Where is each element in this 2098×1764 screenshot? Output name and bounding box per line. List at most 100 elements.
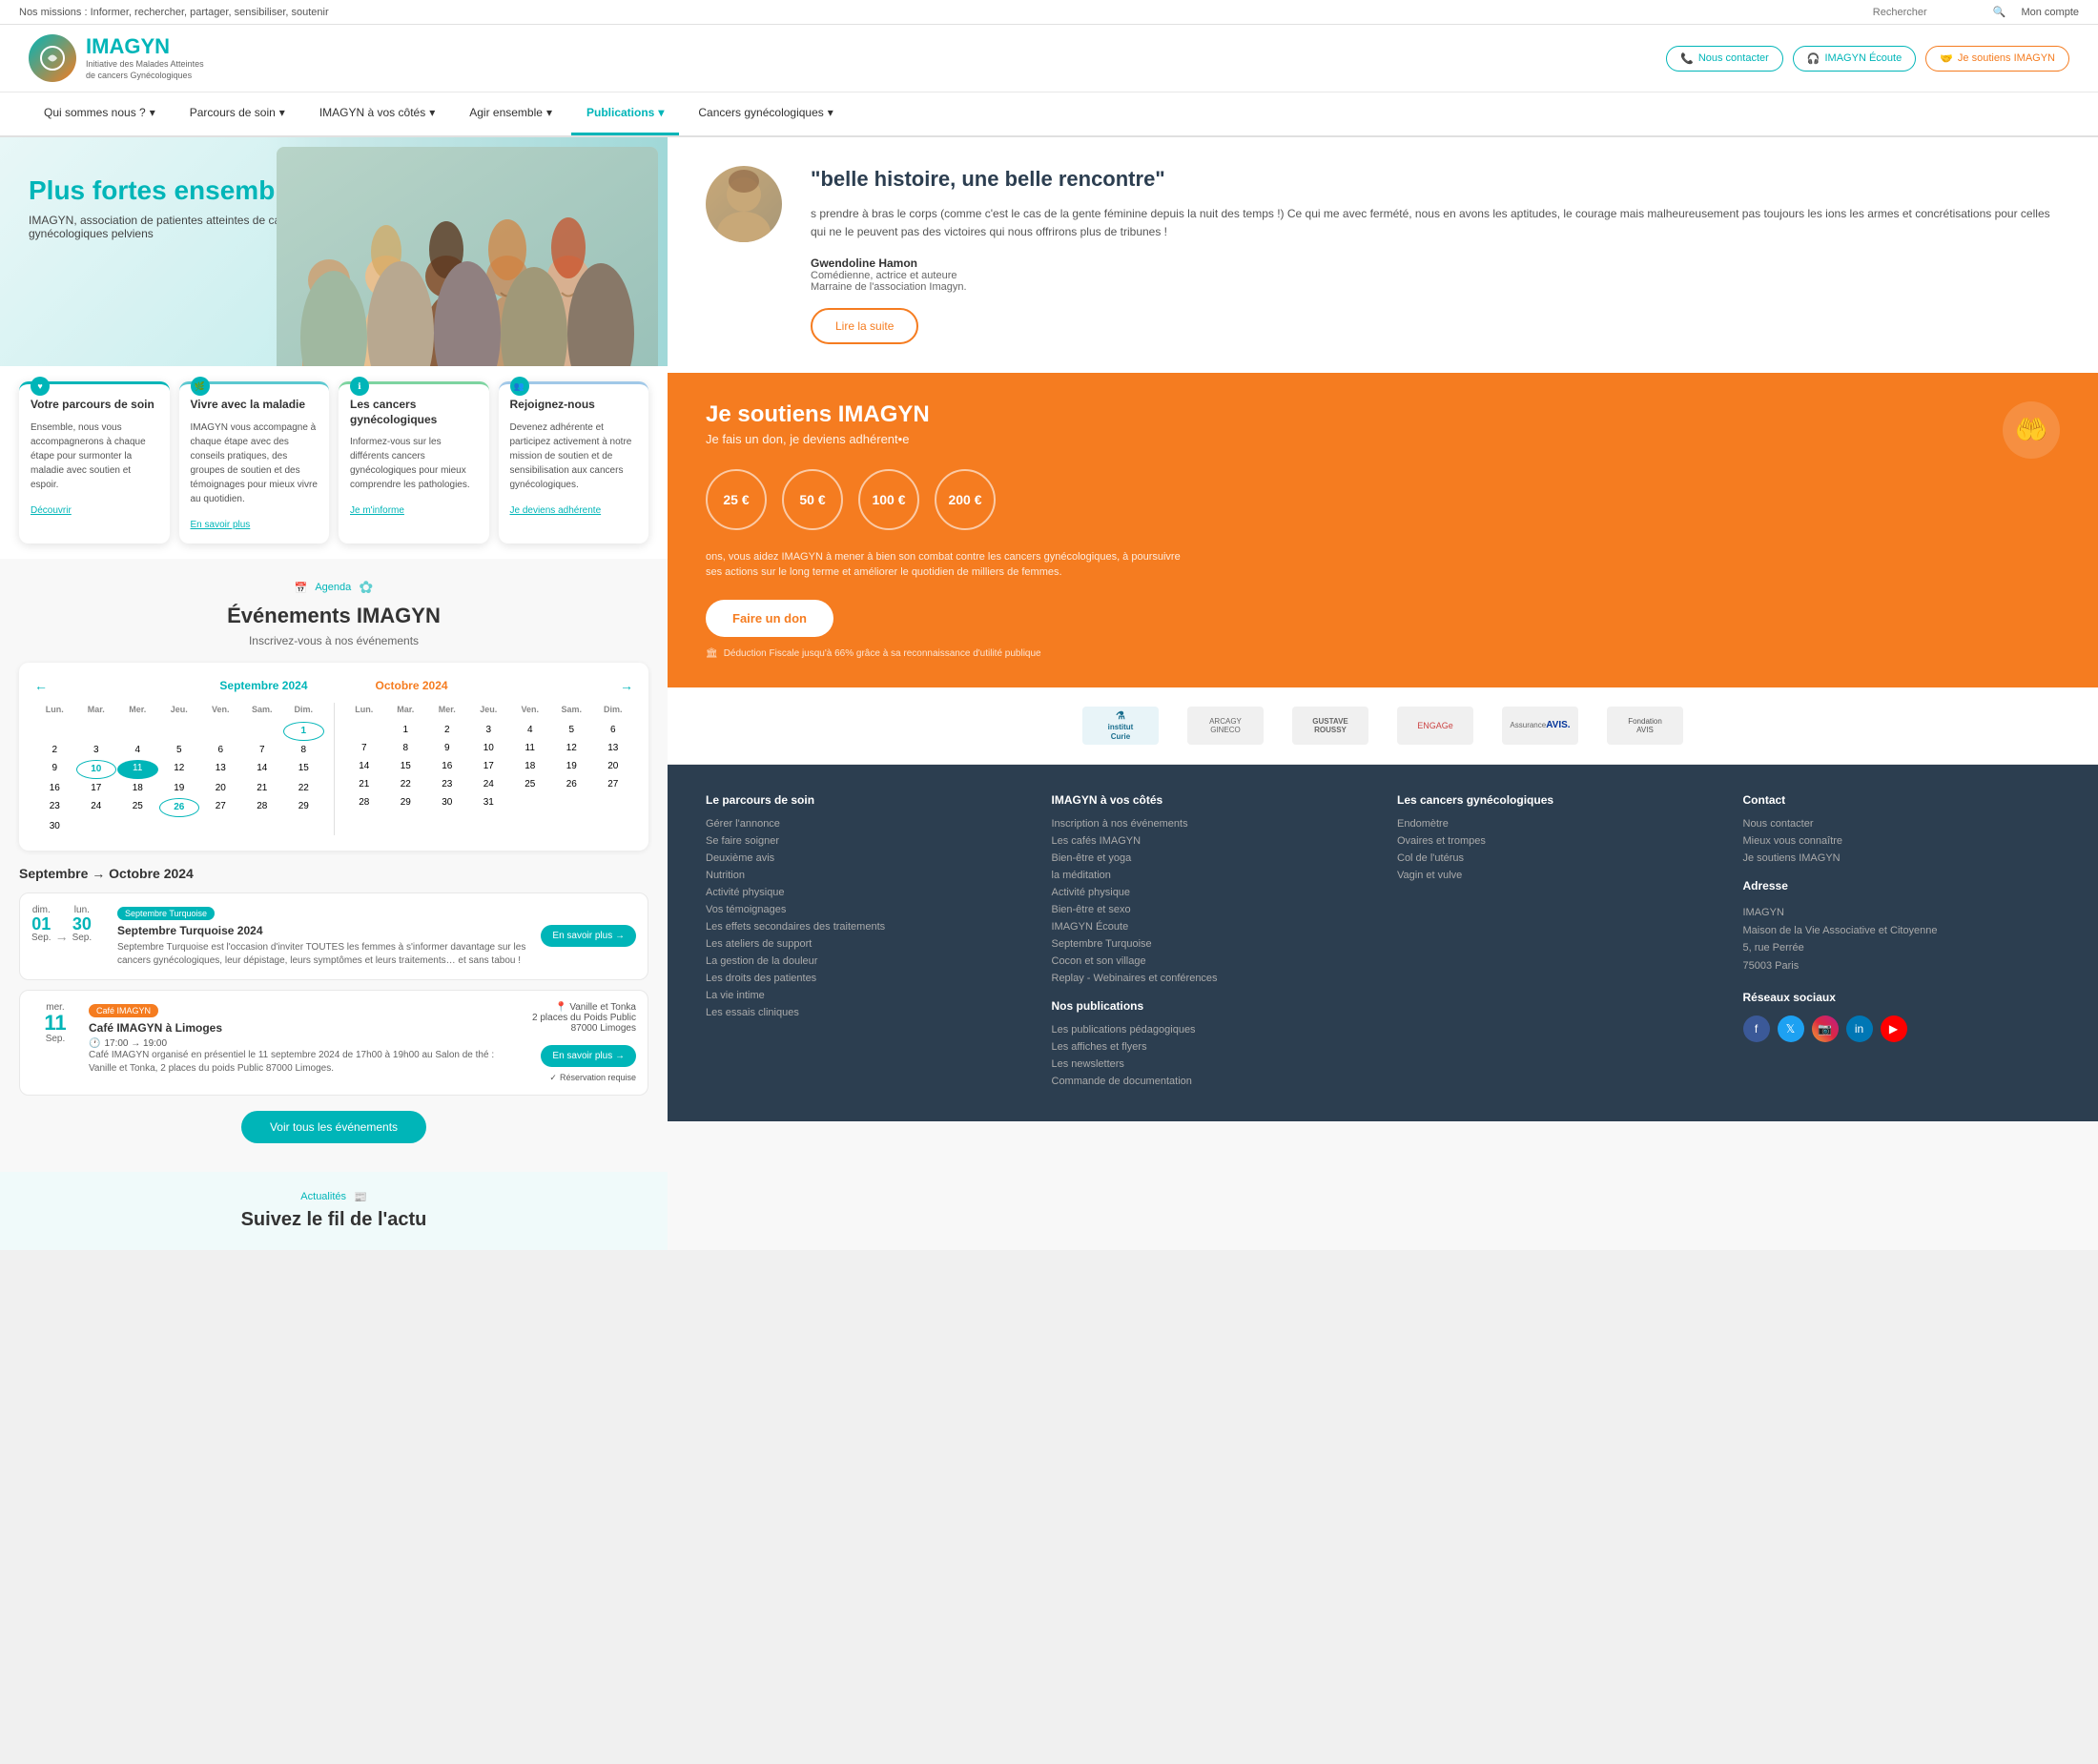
cal-day[interactable]: 21 <box>242 780 283 797</box>
cal-day[interactable]: 19 <box>159 780 200 797</box>
footer-link[interactable]: Septembre Turquoise <box>1052 938 1369 950</box>
cal-day[interactable]: 27 <box>200 798 241 817</box>
search-icon[interactable]: 🔍 <box>1993 6 2006 18</box>
footer-link[interactable]: Les affiches et flyers <box>1052 1041 1369 1053</box>
cal-day[interactable]: 15 <box>385 758 426 775</box>
footer-link[interactable]: Activité physique <box>706 887 1023 898</box>
footer-link[interactable]: Les essais cliniques <box>706 1007 1023 1018</box>
cal-day[interactable]: 7 <box>242 742 283 759</box>
footer-link[interactable]: Nutrition <box>706 870 1023 881</box>
cal-day[interactable]: 29 <box>385 794 426 811</box>
instagram-icon[interactable]: 📷 <box>1812 1015 1839 1042</box>
footer-link[interactable]: La gestion de la douleur <box>706 955 1023 967</box>
footer-link[interactable]: Vos témoignages <box>706 904 1023 915</box>
footer-link[interactable]: Bien-être et sexo <box>1052 904 1369 915</box>
card-link-3[interactable]: Je m'informe <box>350 505 404 516</box>
facebook-icon[interactable]: f <box>1743 1015 1770 1042</box>
logo[interactable]: IMAGYN Initiative des Malades Atteintes … <box>29 34 210 82</box>
cal-day[interactable]: 18 <box>510 758 551 775</box>
partner-engage[interactable]: ENGAGe <box>1397 707 1473 745</box>
amount-25[interactable]: 25 € <box>706 469 767 530</box>
contact-button[interactable]: 📞 Nous contacter <box>1666 46 1783 72</box>
cal-day[interactable]: 23 <box>34 798 75 817</box>
cal-day[interactable]: 4 <box>510 722 551 739</box>
cal-day[interactable]: 30 <box>427 794 468 811</box>
cal-day[interactable]: 27 <box>593 776 634 793</box>
cal-day[interactable]: 18 <box>117 780 158 797</box>
cal-day[interactable]: 17 <box>76 780 117 797</box>
event-btn-1[interactable]: En savoir plus → <box>541 925 636 947</box>
cal-day[interactable]: 9 <box>34 760 75 779</box>
footer-link[interactable]: La vie intime <box>706 990 1023 1001</box>
cal-day[interactable]: 14 <box>344 758 385 775</box>
cal-day[interactable]: 25 <box>510 776 551 793</box>
nav-cancers[interactable]: Cancers gynécologiques ▾ <box>683 92 848 135</box>
cal-day[interactable]: 17 <box>468 758 509 775</box>
footer-link[interactable]: Inscription à nos événements <box>1052 818 1369 830</box>
cal-day[interactable]: 24 <box>468 776 509 793</box>
footer-link[interactable]: Replay - Webinaires et conférences <box>1052 973 1369 984</box>
footer-link[interactable]: Activité physique <box>1052 887 1369 898</box>
amount-50[interactable]: 50 € <box>782 469 843 530</box>
card-link-2[interactable]: En savoir plus <box>191 520 251 530</box>
cal-day[interactable]: 26 <box>551 776 592 793</box>
cal-next-button[interactable]: → <box>620 678 633 693</box>
cal-day[interactable]: 6 <box>200 742 241 759</box>
search-bar[interactable]: 🔍 <box>1873 6 2006 18</box>
footer-link[interactable]: Deuxième avis <box>706 852 1023 864</box>
nav-qui[interactable]: Qui sommes nous ? ▾ <box>29 92 171 135</box>
footer-link[interactable]: Les publications pédagogiques <box>1052 1024 1369 1036</box>
nav-imagyn[interactable]: IMAGYN à vos côtés ▾ <box>304 92 450 135</box>
footer-link[interactable]: Vagin et vulve <box>1397 870 1715 881</box>
footer-link[interactable]: Bien-être et yoga <box>1052 852 1369 864</box>
cal-day[interactable]: 7 <box>344 740 385 757</box>
footer-link[interactable]: la méditation <box>1052 870 1369 881</box>
footer-link[interactable]: Ovaires et trompes <box>1397 835 1715 847</box>
cal-day[interactable]: 12 <box>551 740 592 757</box>
footer-link[interactable]: Nous contacter <box>1743 818 2061 830</box>
cal-day[interactable]: 5 <box>159 742 200 759</box>
cal-day[interactable]: 25 <box>117 798 158 817</box>
partner-avis2[interactable]: FondationAVIS <box>1607 707 1683 745</box>
nav-agir[interactable]: Agir ensemble ▾ <box>454 92 567 135</box>
cal-day[interactable]: 20 <box>593 758 634 775</box>
account-link[interactable]: Mon compte <box>2021 7 2079 18</box>
cal-day[interactable]: 13 <box>200 760 241 779</box>
nav-publications[interactable]: Publications ▾ <box>571 92 679 135</box>
amount-200[interactable]: 200 € <box>935 469 996 530</box>
footer-link[interactable]: Mieux vous connaître <box>1743 835 2061 847</box>
cal-day[interactable]: 12 <box>159 760 200 779</box>
cal-day[interactable]: 15 <box>283 760 324 779</box>
footer-link[interactable]: Je soutiens IMAGYN <box>1743 852 2061 864</box>
cal-day[interactable]: 5 <box>551 722 592 739</box>
footer-link[interactable]: IMAGYN Écoute <box>1052 921 1369 933</box>
cal-day[interactable]: 3 <box>468 722 509 739</box>
footer-link[interactable]: Col de l'utérus <box>1397 852 1715 864</box>
lire-suite-button[interactable]: Lire la suite <box>811 308 918 344</box>
linkedin-icon[interactable]: in <box>1846 1015 1873 1042</box>
cal-day[interactable]: 8 <box>283 742 324 759</box>
cal-day-10[interactable]: 10 <box>76 760 117 779</box>
cal-day[interactable]: 16 <box>34 780 75 797</box>
footer-link[interactable]: Les effets secondaires des traitements <box>706 921 1023 933</box>
cal-day[interactable]: 20 <box>200 780 241 797</box>
footer-link[interactable]: Cocon et son village <box>1052 955 1369 967</box>
cal-day[interactable]: 24 <box>76 798 117 817</box>
voir-tous-button[interactable]: Voir tous les événements <box>241 1111 426 1143</box>
cal-day-11[interactable]: 11 <box>117 760 158 779</box>
cal-day[interactable]: 31 <box>468 794 509 811</box>
footer-link[interactable]: Les ateliers de support <box>706 938 1023 950</box>
cal-day[interactable]: 11 <box>510 740 551 757</box>
cal-day[interactable]: 19 <box>551 758 592 775</box>
cal-day-30[interactable]: 30 <box>34 818 75 835</box>
cal-day[interactable]: 16 <box>427 758 468 775</box>
partner-curie[interactable]: ⚗ institut Curie <box>1082 707 1159 745</box>
cal-prev-button[interactable]: ← <box>34 678 48 693</box>
faire-don-button[interactable]: Faire un don <box>706 600 833 637</box>
footer-link[interactable]: Les cafés IMAGYN <box>1052 835 1369 847</box>
cal-day[interactable]: 14 <box>242 760 283 779</box>
card-link-4[interactable]: Je deviens adhérente <box>510 505 602 516</box>
cal-day[interactable]: 3 <box>76 742 117 759</box>
cal-day-26[interactable]: 26 <box>159 798 200 817</box>
youtube-icon[interactable]: ▶ <box>1881 1015 1907 1042</box>
